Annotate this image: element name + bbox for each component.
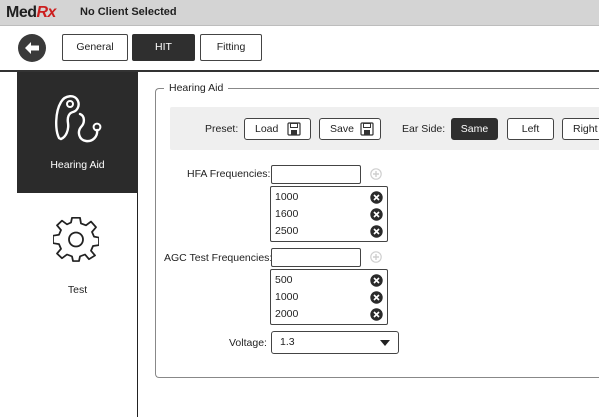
hfa-frequency-value: 2500 (275, 225, 299, 237)
ear-side-left-button[interactable]: Left (507, 118, 554, 140)
agc-test-frequencies-label: AGC Test Frequencies: (164, 252, 273, 264)
sidebar-item-label: Test (67, 284, 88, 296)
remove-icon[interactable] (370, 308, 383, 321)
chevron-down-icon (380, 340, 390, 346)
ear-side-label: Ear Side: (402, 123, 446, 135)
logo-med: Med (6, 4, 37, 21)
remove-icon[interactable] (370, 208, 383, 221)
voltage-label: Voltage: (229, 337, 267, 349)
floppy-disk-icon (287, 122, 301, 136)
hearing-aid-icon (55, 95, 102, 143)
ear-side-right-button[interactable]: Right (562, 118, 599, 140)
tab-fitting[interactable]: Fitting (200, 34, 262, 61)
tab-general[interactable]: General (62, 34, 128, 61)
save-label: Save (330, 123, 354, 135)
list-item[interactable]: 2000 (275, 306, 385, 323)
agc-frequency-list: 500 1000 2000 (270, 269, 388, 325)
floppy-disk-icon (360, 122, 374, 136)
load-label: Load (255, 123, 279, 135)
sidebar-item-hearing-aid[interactable]: Hearing Aid (17, 72, 138, 193)
voltage-value: 1.3 (280, 336, 295, 348)
agc-frequency-value: 500 (275, 274, 293, 286)
remove-icon[interactable] (370, 225, 383, 238)
add-agc-frequency-icon[interactable] (370, 251, 382, 263)
sidebar-item-test[interactable]: Test (17, 193, 138, 303)
save-preset-button[interactable]: Save (319, 118, 381, 140)
logo-rx: Rx (36, 4, 57, 21)
back-button[interactable] (18, 34, 46, 62)
add-hfa-frequency-icon[interactable] (370, 168, 382, 180)
list-item[interactable]: 500 (275, 272, 385, 289)
agc-frequency-input[interactable] (271, 248, 361, 267)
load-preset-button[interactable]: Load (244, 118, 311, 140)
title-bar: MedRx No Client Selected (0, 0, 599, 26)
arrow-left-icon (25, 42, 39, 54)
tab-hit[interactable]: HIT (132, 34, 195, 61)
remove-icon[interactable] (370, 191, 383, 204)
agc-frequency-value: 2000 (275, 308, 299, 320)
preset-label: Preset: (205, 123, 239, 135)
sidebar: Hearing Aid Test (17, 72, 138, 417)
list-item[interactable]: 1000 (275, 289, 385, 306)
hfa-frequencies-label: HFA Frequencies: (187, 168, 271, 180)
hfa-frequency-value: 1600 (275, 208, 299, 220)
gear-icon (53, 217, 99, 262)
hfa-frequency-list: 1000 1600 2500 (270, 186, 388, 242)
list-item[interactable]: 1600 (275, 206, 385, 223)
client-status: No Client Selected (80, 6, 177, 18)
agc-frequency-value: 1000 (275, 291, 299, 303)
group-title: Hearing Aid (164, 82, 229, 94)
list-item[interactable]: 2500 (275, 223, 385, 240)
hfa-frequency-input[interactable] (271, 165, 361, 184)
hfa-frequency-value: 1000 (275, 191, 299, 203)
ear-side-same-button[interactable]: Same (451, 118, 498, 140)
remove-icon[interactable] (370, 291, 383, 304)
remove-icon[interactable] (370, 274, 383, 287)
sidebar-item-label: Hearing Aid (50, 159, 105, 171)
list-item[interactable]: 1000 (275, 189, 385, 206)
medrx-logo: MedRx (6, 4, 56, 22)
voltage-select[interactable]: 1.3 (271, 331, 399, 354)
